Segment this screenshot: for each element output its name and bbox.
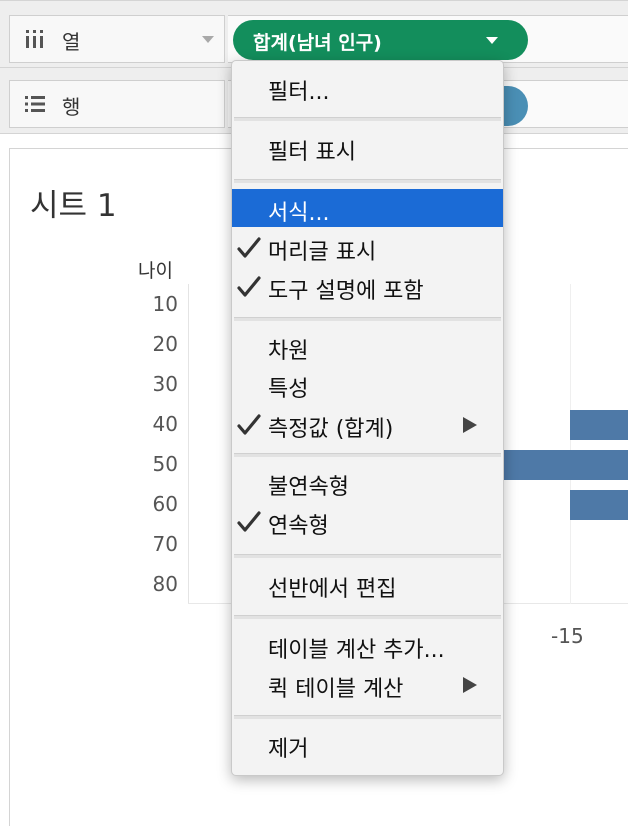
- columns-pill-label: 합계(남녀 인구): [253, 32, 382, 54]
- columns-shelf-label: 열: [62, 30, 81, 54]
- sheet-title: 시트 1: [30, 188, 117, 224]
- menu-separator: [234, 179, 501, 183]
- menu-item-quick-table-calc[interactable]: 퀵 테이블 계산: [232, 665, 503, 703]
- y-tick-label: 60: [152, 492, 178, 516]
- submenu-arrow-icon: [463, 417, 477, 433]
- y-tick-label: 30: [152, 372, 178, 396]
- columns-shelf-header[interactable]: 열: [9, 15, 225, 63]
- y-tick-label: 10: [152, 292, 178, 316]
- menu-item-label: 도구 설명에 포함: [268, 279, 424, 304]
- rows-shelf-header[interactable]: 행: [9, 80, 225, 128]
- menu-separator: [234, 615, 501, 619]
- y-axis-line: [188, 284, 189, 604]
- menu-item-include-in-tooltip[interactable]: 도구 설명에 포함: [232, 267, 503, 305]
- checkmark-icon: [237, 276, 261, 297]
- menu-item-continuous[interactable]: 연속형: [232, 502, 503, 540]
- checkmark-icon: [237, 511, 261, 532]
- menu-item-show-filter[interactable]: 필터 표시: [232, 128, 503, 166]
- y-tick-label: 40: [152, 412, 178, 436]
- menu-separator: [234, 715, 501, 719]
- y-tick-label: 50: [152, 452, 178, 476]
- menu-separator: [234, 453, 501, 457]
- menu-item-label: 퀵 테이블 계산: [268, 677, 404, 702]
- y-tick-label: 70: [152, 532, 178, 556]
- menu-item-label: 테이블 계산 추가...: [268, 638, 445, 663]
- menu-item-label: 측정값 (합계): [268, 417, 394, 442]
- menu-item-show-header[interactable]: 머리글 표시: [232, 228, 503, 266]
- y-tick-label: 80: [152, 572, 178, 596]
- submenu-arrow-icon: [463, 677, 477, 693]
- menu-item-edit-in-shelf[interactable]: 선반에서 편집: [232, 565, 503, 603]
- menu-item-measure-sum[interactable]: 측정값 (합계): [232, 405, 503, 443]
- x-tick-label: -15: [551, 624, 584, 648]
- menu-separator: [234, 117, 501, 121]
- columns-pill[interactable]: 합계(남녀 인구): [233, 20, 528, 60]
- menu-item-remove[interactable]: 제거: [232, 725, 503, 763]
- chevron-down-icon[interactable]: [486, 37, 498, 44]
- bar-50[interactable]: [500, 450, 628, 480]
- context-menu: 필터... 필터 표시서식... 머리글 표시도구 설명에 포함차원특성측정값 (합…: [231, 60, 504, 776]
- menu-item-add-table-calc[interactable]: 테이블 계산 추가...: [232, 626, 503, 664]
- menu-item-label: 머리글 표시: [268, 240, 377, 265]
- menu-item-label: 특성: [268, 377, 309, 402]
- menu-item-label: 서식...: [268, 201, 330, 226]
- menu-item-label: 불연속형: [268, 475, 349, 500]
- bar-40[interactable]: [570, 410, 628, 440]
- menu-item-label: 제거: [268, 737, 309, 762]
- menu-item-label: 필터...: [268, 80, 330, 105]
- menu-item-format[interactable]: 서식...: [232, 189, 503, 227]
- menu-item-attribute[interactable]: 특성: [232, 365, 503, 403]
- checkmark-icon: [237, 414, 261, 435]
- y-axis-title: 나이: [138, 260, 173, 282]
- bar-60[interactable]: [570, 490, 628, 520]
- menu-item-filter[interactable]: 필터...: [232, 68, 503, 106]
- rows-icon: [25, 96, 45, 112]
- menu-item-label: 선반에서 편집: [268, 577, 397, 602]
- columns-icon: [26, 30, 43, 48]
- menu-item-label: 필터 표시: [268, 140, 356, 165]
- menu-item-discrete[interactable]: 불연속형: [232, 463, 503, 501]
- chevron-down-icon[interactable]: [202, 36, 214, 43]
- menu-item-label: 차원: [268, 339, 309, 364]
- menu-separator: [234, 317, 501, 321]
- checkmark-icon: [237, 237, 261, 258]
- y-tick-label: 20: [152, 332, 178, 356]
- rows-shelf-label: 행: [62, 95, 81, 119]
- menu-item-label: 연속형: [268, 514, 329, 539]
- menu-separator: [234, 554, 501, 558]
- x-gridline: [570, 284, 571, 604]
- menu-item-dimension[interactable]: 차원: [232, 327, 503, 365]
